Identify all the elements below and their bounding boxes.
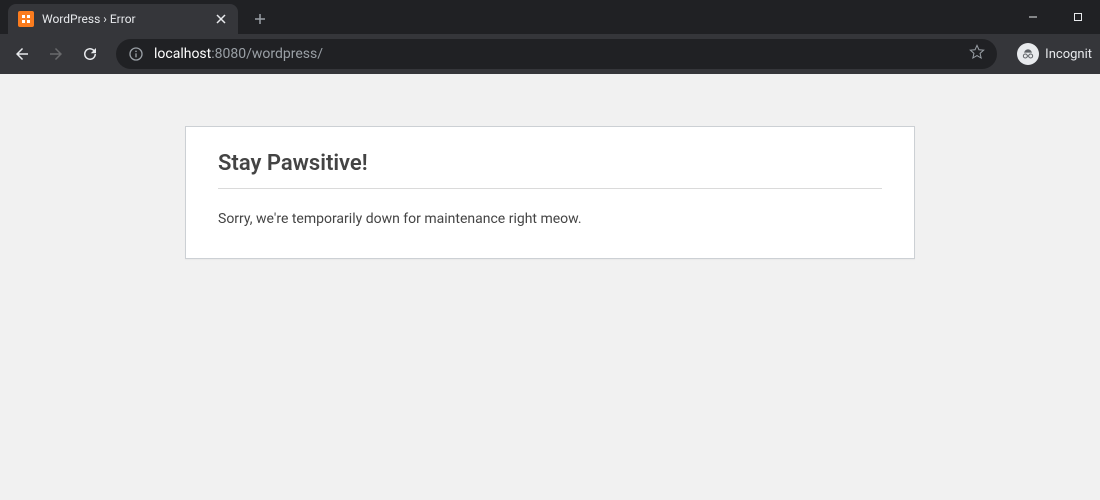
url-text: localhost:8080/wordpress/ xyxy=(154,46,323,62)
error-card: Stay Pawsitive! Sorry, we're temporarily… xyxy=(185,126,915,259)
incognito-icon xyxy=(1017,43,1039,65)
xampp-favicon xyxy=(18,11,34,27)
maximize-button[interactable] xyxy=(1055,0,1100,34)
url-path: :8080/wordpress/ xyxy=(211,46,323,62)
error-heading: Stay Pawsitive! xyxy=(218,151,882,189)
tab-close-button[interactable] xyxy=(214,12,228,26)
bookmark-star-icon[interactable] xyxy=(969,44,985,64)
url-host: localhost xyxy=(154,46,211,62)
forward-button[interactable] xyxy=(42,40,70,68)
error-message: Sorry, we're temporarily down for mainte… xyxy=(218,209,882,230)
back-button[interactable] xyxy=(8,40,36,68)
browser-titlebar: WordPress › Error xyxy=(0,0,1100,34)
site-info-icon[interactable] xyxy=(128,46,144,62)
browser-toolbar: localhost:8080/wordpress/ Incognit xyxy=(0,34,1100,74)
window-controls xyxy=(1010,0,1100,34)
page-viewport: Stay Pawsitive! Sorry, we're temporarily… xyxy=(0,74,1100,500)
tab-title: WordPress › Error xyxy=(42,12,206,26)
new-tab-button[interactable] xyxy=(246,5,274,33)
incognito-label: Incognit xyxy=(1045,47,1092,62)
reload-button[interactable] xyxy=(76,40,104,68)
incognito-indicator[interactable]: Incognit xyxy=(1017,43,1092,65)
address-bar[interactable]: localhost:8080/wordpress/ xyxy=(116,39,997,69)
browser-tab[interactable]: WordPress › Error xyxy=(8,4,238,34)
minimize-button[interactable] xyxy=(1010,0,1055,34)
